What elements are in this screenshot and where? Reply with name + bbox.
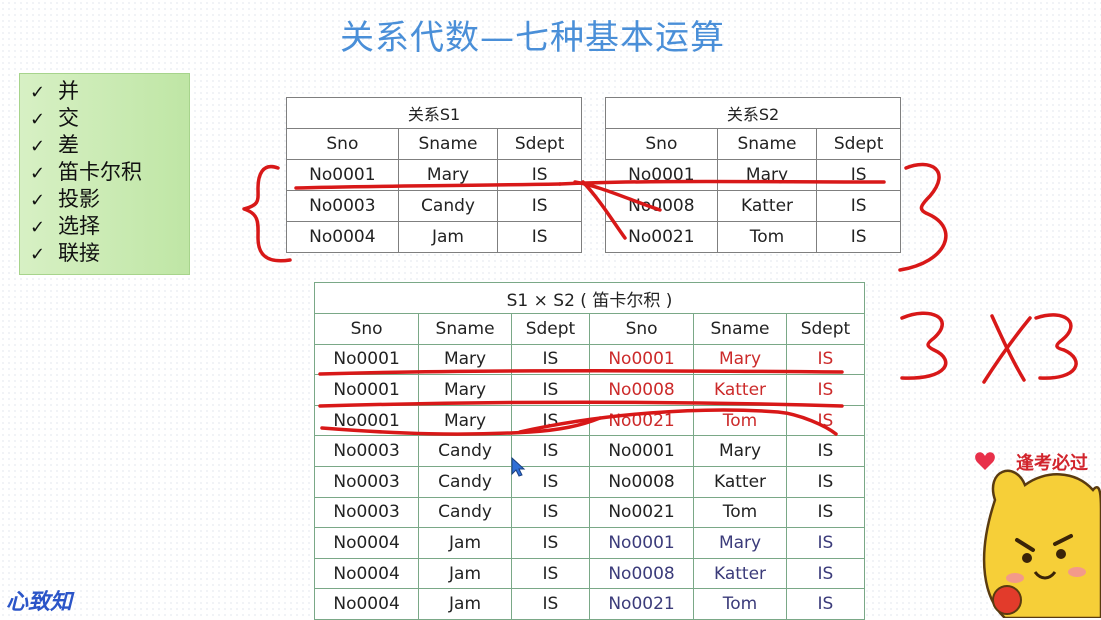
table-row: No0004 Jam IS No0001 Mary IS bbox=[313, 527, 866, 559]
table-caption: 关系S1 bbox=[286, 97, 582, 129]
operation-item: ✓ 差 bbox=[30, 132, 189, 159]
column-header: Sname bbox=[418, 313, 512, 345]
column-header: Sdept bbox=[510, 313, 590, 345]
table-row: No0001 Mary IS No0021 Tom IS bbox=[313, 404, 866, 437]
column-header: Sname bbox=[397, 128, 499, 160]
table-row: No0003 Candy IS No0008 Katter IS bbox=[313, 465, 866, 498]
checkmark-icon: ✓ bbox=[30, 109, 46, 130]
column-header: Sno bbox=[286, 128, 399, 160]
column-header: Sdept bbox=[816, 128, 901, 160]
column-header: Sdept bbox=[785, 313, 866, 345]
checkmark-icon: ✓ bbox=[30, 244, 46, 265]
table-row: No0001 Mary IS bbox=[286, 159, 582, 191]
column-header: Sname bbox=[693, 313, 787, 345]
table-caption: 关系S2 bbox=[605, 97, 901, 129]
mouse-cursor-icon bbox=[511, 456, 526, 477]
slide-title: 关系代数—七种基本运算 bbox=[340, 18, 725, 58]
checkmark-icon: ✓ bbox=[30, 136, 46, 157]
operation-item: ✓ 联接 bbox=[30, 240, 189, 267]
mascot-caption: 逢考必过 bbox=[1016, 453, 1088, 474]
operations-list-panel: ✓ 并 ✓ 交 ✓ 差 ✓ 笛卡尔积 ✓ 投影 ✓ 选择 ✓ 联接 bbox=[19, 73, 190, 275]
operation-item: ✓ 交 bbox=[30, 105, 189, 132]
table-row: No0003 Candy IS No0001 Mary IS bbox=[313, 435, 866, 467]
table-row: No0001 Mary IS No0001 Mary IS bbox=[313, 343, 866, 376]
operation-item: ✓ 选择 bbox=[30, 213, 189, 240]
table-row: No0004 Jam IS No0008 Katter IS bbox=[313, 557, 866, 590]
column-header: Sno bbox=[588, 313, 695, 345]
table-row: No0008 Katter IS bbox=[605, 190, 901, 222]
table-row: No0004 Jam IS bbox=[286, 221, 582, 253]
column-header: Sno bbox=[605, 128, 718, 160]
table-row: No0004 Jam IS No0021 Tom IS bbox=[313, 588, 866, 620]
table-row: No0003 Candy IS No0021 Tom IS bbox=[313, 496, 866, 529]
checkmark-icon: ✓ bbox=[30, 163, 46, 184]
table-row: No0021 Tom IS bbox=[605, 221, 901, 253]
column-header: Sname bbox=[716, 128, 818, 160]
operation-item: ✓ 笛卡尔积 bbox=[30, 159, 189, 186]
operation-item: ✓ 投影 bbox=[30, 186, 189, 213]
checkmark-icon: ✓ bbox=[30, 217, 46, 238]
table-caption: S1 × S2 ( 笛卡尔积 ) bbox=[314, 282, 865, 314]
watermark-logo: 心致知 bbox=[6, 589, 73, 615]
relation-s1-table: 关系S1 Sno Sname Sdept No0001 Mary IS No0003… bbox=[286, 97, 582, 253]
column-header: Sdept bbox=[497, 128, 582, 160]
cartesian-product-table: S1 × S2 ( 笛卡尔积 ) Sno Sname Sdept Sno Sna… bbox=[313, 282, 866, 620]
relation-s2-table: 关系S2 Sno Sname Sdept No0001 Mary IS No0008… bbox=[605, 97, 901, 253]
operation-item: ✓ 并 bbox=[30, 78, 189, 105]
table-row: No0003 Candy IS bbox=[286, 190, 582, 222]
column-header: Sno bbox=[313, 313, 420, 345]
table-row: No0001 Mary IS bbox=[605, 159, 901, 191]
table-row: No0001 Mary IS No0008 Katter IS bbox=[313, 374, 866, 406]
checkmark-icon: ✓ bbox=[30, 190, 46, 211]
checkmark-icon: ✓ bbox=[30, 82, 46, 103]
